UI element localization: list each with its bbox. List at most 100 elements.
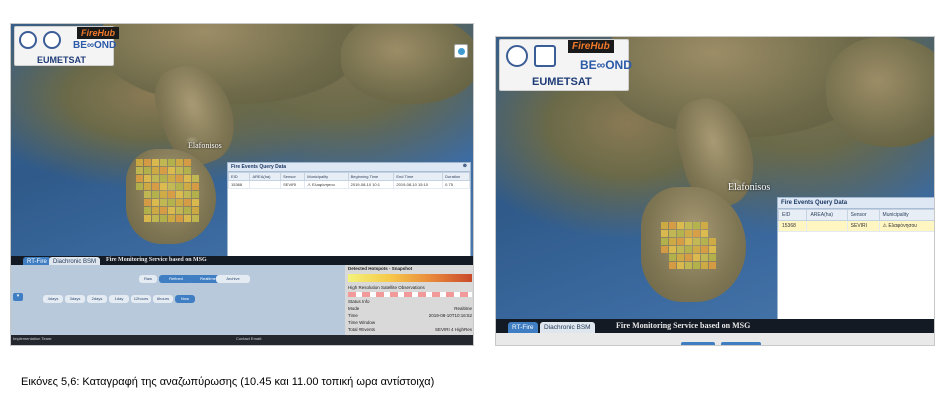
fire-cell [176,199,183,206]
fire-cell [693,238,700,245]
range-button-1day[interactable]: 1day [109,295,129,303]
range-button-3days[interactable]: 3days [65,295,85,303]
status-value: Realtime [454,306,472,311]
column-header: Beginning Time [347,172,395,181]
range-button-2days[interactable]: 2days [87,295,107,303]
fire-cell [168,215,175,222]
control-tab[interactable] [681,342,715,345]
column-header: Duration [442,172,470,181]
place-label: Elafonisos [728,182,771,193]
fire-cell [184,199,191,206]
fire-cell [144,159,151,166]
fire-cell [685,246,692,253]
fire-cell [184,183,191,190]
fire-cell [160,215,167,222]
fire-cell [685,222,692,229]
fire-cell [152,175,159,182]
fire-cell [144,215,151,222]
fire-cell [144,199,151,206]
fire-cell [168,175,175,182]
fire-cell [693,262,700,269]
logo-panel: FireHub BE∞OND EUMETSAT [14,26,120,66]
range-button-12hours[interactable]: 12hours [131,295,151,303]
fire-cell [693,222,700,229]
firehub-logo: FireHub [568,40,614,53]
fire-cell [192,199,199,206]
status-row: Time 2019-08-10T10:16:52 [345,312,473,319]
control-tab[interactable] [721,342,761,345]
fire-events-table: EID AREA(ha) Sensor Municipality 15368 SEVIR… [777,209,934,232]
fire-cell [136,167,143,174]
fire-cell [669,238,676,245]
fire-cell [168,191,175,198]
range-button-4days[interactable]: 4days [43,295,63,303]
fire-cell [144,175,151,182]
status-info-label: Status Info [348,299,370,304]
status-label: Time [348,313,358,318]
column-header: AREA(ha) [806,209,848,221]
fire-cell [176,191,183,198]
column-header: EID [777,209,808,221]
fire-cell [677,230,684,237]
fire-cell [160,207,167,214]
table-cell: SEVIRI [846,220,880,232]
expand-icon[interactable]: ▾ [13,293,23,301]
tab-diachronic-bsm[interactable]: Diachronic BSM [540,322,595,333]
logo-panel: FireHub BE∞OND EUMETSAT [499,39,632,91]
confidence-legend [348,274,472,282]
fire-cell [184,175,191,182]
fire-cell [184,215,191,222]
fire-cell [176,175,183,182]
status-label: Time Window [348,320,376,325]
status-label: Mode [348,306,360,311]
column-header: Sensor [280,172,306,181]
range-button-now[interactable]: Now [175,295,195,303]
fire-cell [677,246,684,253]
table-row[interactable]: 15368 SEVIRI ⚠ Ελαφόνησου [777,220,934,232]
fire-cell [168,183,175,190]
fire-cell [677,238,684,245]
mainland [101,24,361,104]
fire-cell [184,207,191,214]
eumetsat-logo: EUMETSAT [532,76,592,88]
fire-cell [160,199,167,206]
ntua-logo-icon [19,31,37,49]
mode-button-archive[interactable]: Archive [216,275,250,283]
column-header: End Time [393,172,444,181]
fire-cell [661,222,668,229]
fire-cell [685,238,692,245]
fire-cell [160,175,167,182]
table-row[interactable]: 15368 SEVIRI ⚠ Ελαφόνησου 2019-08-10 10:1 20… [227,180,470,189]
mainland-east [341,24,473,104]
fire-cell [184,159,191,166]
status-row: Mode Realtime [345,305,473,312]
place-label: Elafonisos [188,141,222,150]
fire-cell [136,183,143,190]
figure-caption: Εικόνες 5,6: Καταγραφή της αναζωπύρωσης … [21,376,435,388]
mode-button-raw[interactable]: Raw [139,275,157,283]
close-icon[interactable]: ⊗ [463,163,467,169]
fire-cell [168,207,175,214]
fire-cell [701,246,708,253]
beyond-logo: BE∞OND [580,58,632,72]
fire-cell [152,183,159,190]
table-cell: 0.75 [442,180,470,189]
fire-risk-grid [661,222,716,269]
fire-cell [152,199,159,206]
institute-logo-icon [43,31,61,49]
fire-cell [661,230,668,237]
layers-button[interactable] [454,44,468,58]
fire-cell [669,222,676,229]
mainland-east [826,37,934,147]
fire-events-panel: Fire Events Query Data ⊗ EID AREA(ha) Sens… [227,162,471,268]
fire-cell [661,238,668,245]
sensor-legend [348,292,472,297]
range-button-6hours[interactable]: 6hours [153,295,173,303]
column-header: AREA(ha) [249,172,282,181]
fire-cell [176,183,183,190]
fire-cell [709,254,716,261]
tab-rt-fire[interactable]: RT-Fire [508,322,538,333]
eumetsat-logo: EUMETSAT [37,55,86,65]
status-value: SEVIRI 4 HighRes [434,327,472,332]
mode-button-refined[interactable]: Refined [159,275,193,283]
